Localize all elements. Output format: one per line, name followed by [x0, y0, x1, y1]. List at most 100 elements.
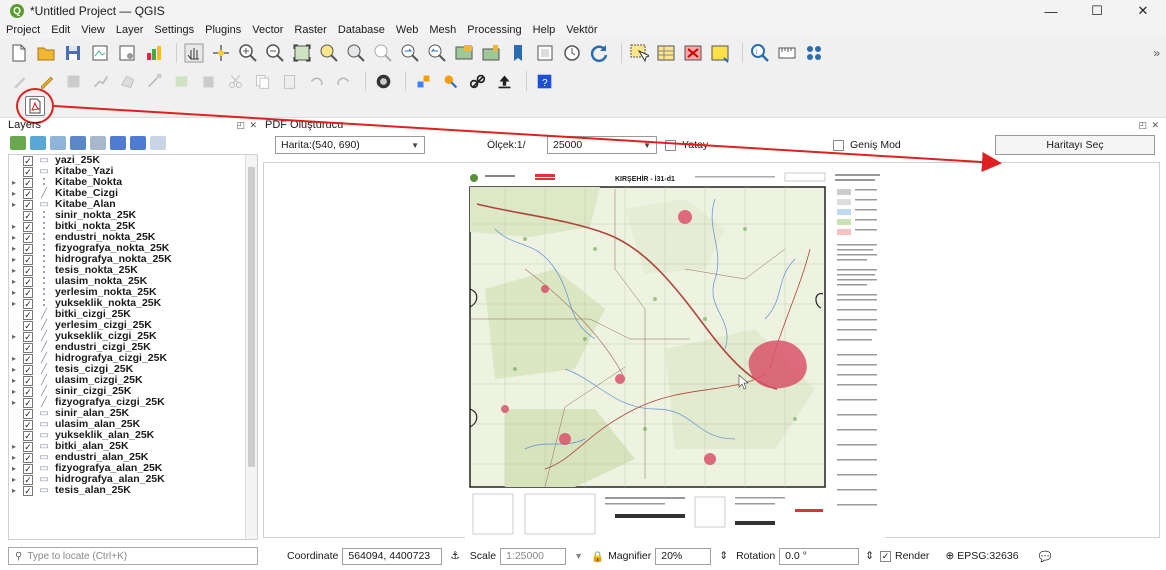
redo-icon[interactable]: [332, 70, 354, 92]
crs-globe-icon[interactable]: ⊕: [945, 550, 954, 562]
menu-layer[interactable]: Layer: [116, 24, 144, 36]
locator-search-input[interactable]: ⚲ Type to locate (Ctrl+K): [8, 547, 258, 565]
layer-row[interactable]: ▸ ✓ ▭ hidrografya_alan_25K: [9, 474, 257, 486]
remove-layer-icon[interactable]: [150, 136, 166, 150]
menu-processing[interactable]: Processing: [467, 24, 521, 36]
expand-arrow-icon[interactable]: ▸: [9, 353, 19, 364]
layer-visibility-checkbox[interactable]: ✓: [23, 166, 33, 177]
expand-arrow-icon[interactable]: ▸: [9, 463, 19, 474]
menu-plugins[interactable]: Plugins: [205, 24, 241, 36]
layer-visibility-checkbox[interactable]: ✓: [23, 386, 33, 397]
layer-row[interactable]: ▸ ✓ ╱ ulasim_cizgi_25K: [9, 375, 257, 387]
new-bookmark-icon[interactable]: [480, 42, 502, 64]
layer-visibility-checkbox[interactable]: ✓: [23, 287, 33, 298]
menu-project[interactable]: Project: [6, 24, 40, 36]
minimize-button[interactable]: —: [1028, 0, 1074, 22]
zoom-full-icon[interactable]: [291, 42, 313, 64]
show-bookmarks-icon[interactable]: [507, 42, 529, 64]
expand-arrow-icon[interactable]: ▸: [9, 287, 19, 298]
crs-label[interactable]: EPSG:32636: [957, 550, 1018, 562]
close-button[interactable]: ✕: [1120, 0, 1166, 22]
paste-features-icon[interactable]: [278, 70, 300, 92]
zoom-to-layer-icon[interactable]: [345, 42, 367, 64]
menu-vektor[interactable]: Vektör: [566, 24, 597, 36]
digitize-polygon-icon[interactable]: [116, 70, 138, 92]
layer-visibility-checkbox[interactable]: ✓: [23, 309, 33, 320]
toggle-extents-icon[interactable]: ⚓: [450, 550, 459, 562]
help-icon[interactable]: ?: [533, 70, 555, 92]
layer-visibility-checkbox[interactable]: ✓: [23, 155, 33, 166]
zoom-next-icon[interactable]: [426, 42, 448, 64]
menu-edit[interactable]: Edit: [51, 24, 70, 36]
layer-visibility-checkbox[interactable]: ✓: [23, 463, 33, 474]
cut-features-icon[interactable]: [224, 70, 246, 92]
menu-help[interactable]: Help: [533, 24, 556, 36]
menu-vector[interactable]: Vector: [252, 24, 283, 36]
wide-mode-checkbox[interactable]: [833, 140, 844, 151]
layer-styling-icon[interactable]: [10, 136, 26, 150]
layer-visibility-checkbox[interactable]: ✓: [23, 364, 33, 375]
scale-chevron-icon[interactable]: ▼: [574, 551, 583, 561]
layer-visibility-checkbox[interactable]: ✓: [23, 419, 33, 430]
expand-arrow-icon[interactable]: ▸: [9, 375, 19, 386]
layer-visibility-checkbox[interactable]: ✓: [23, 331, 33, 342]
layer-visibility-checkbox[interactable]: ✓: [23, 485, 33, 496]
layer-row[interactable]: ✓ ▭ yazi_25K: [9, 155, 257, 166]
scale-select[interactable]: 25000 ▼: [547, 136, 657, 154]
pdf-dock-controls-icon[interactable]: ◰ ✕: [1138, 120, 1160, 131]
pan-map-icon[interactable]: [183, 42, 205, 64]
plugin-a-icon[interactable]: [412, 70, 434, 92]
expand-arrow-icon[interactable]: ▸: [9, 177, 19, 188]
select-map-button[interactable]: Haritayı Seç: [995, 135, 1155, 155]
dock-controls-icon[interactable]: ◰ ✕: [236, 120, 258, 131]
layer-row[interactable]: ✓ ▭ Kitabe_Yazi: [9, 166, 257, 177]
python-console-icon[interactable]: [372, 70, 394, 92]
layer-visibility-checkbox[interactable]: ✓: [23, 298, 33, 309]
menu-web[interactable]: Web: [396, 24, 418, 36]
zoom-in-icon[interactable]: [237, 42, 259, 64]
expand-arrow-icon[interactable]: ▸: [9, 386, 19, 397]
temporal-controller-icon[interactable]: [534, 42, 556, 64]
expand-arrow-icon[interactable]: ▸: [9, 298, 19, 309]
layer-visibility-checkbox[interactable]: ✓: [23, 199, 33, 210]
digitize-line-icon[interactable]: [89, 70, 111, 92]
expand-arrow-icon[interactable]: ▸: [9, 364, 19, 375]
plugin-c-icon[interactable]: [466, 70, 488, 92]
new-map-view-icon[interactable]: [453, 42, 475, 64]
expand-arrow-icon[interactable]: ▸: [9, 397, 19, 408]
map-tips-icon[interactable]: [803, 42, 825, 64]
layer-visibility-checkbox[interactable]: ✓: [23, 243, 33, 254]
delete-selected-icon[interactable]: [197, 70, 219, 92]
layer-visibility-checkbox[interactable]: ✓: [23, 408, 33, 419]
refresh-icon[interactable]: [588, 42, 610, 64]
layer-row[interactable]: ▸ ✓ ⁚ Kitabe_Nokta: [9, 177, 257, 189]
open-project-icon[interactable]: [35, 42, 57, 64]
expand-arrow-icon[interactable]: ▸: [9, 188, 19, 199]
expand-arrow-icon[interactable]: ▸: [9, 485, 19, 496]
coordinate-field[interactable]: 564094, 4400723: [342, 547, 443, 565]
zoom-native-icon[interactable]: [372, 42, 394, 64]
upload-icon[interactable]: [493, 70, 515, 92]
layer-row[interactable]: ✓ ▭ yukseklik_alan_25K: [9, 430, 257, 441]
deselect-icon[interactable]: [682, 42, 704, 64]
menu-raster[interactable]: Raster: [294, 24, 326, 36]
rotation-stepper-icon[interactable]: ⇕: [865, 550, 874, 562]
layer-row[interactable]: ▸ ✓ ╱ Kitabe_Cizgi: [9, 188, 257, 200]
magnifier-stepper-icon[interactable]: ⇕: [719, 550, 728, 562]
copy-features-icon[interactable]: [251, 70, 273, 92]
new-print-layout-icon[interactable]: [89, 42, 111, 64]
expand-arrow-icon[interactable]: ▸: [9, 265, 19, 276]
filter-legend-icon[interactable]: [70, 136, 86, 150]
landscape-checkbox[interactable]: [665, 140, 676, 151]
vertex-tool-icon[interactable]: [143, 70, 165, 92]
expand-arrow-icon[interactable]: ▸: [9, 452, 19, 463]
layer-visibility-checkbox[interactable]: ✓: [23, 397, 33, 408]
layer-visibility-checkbox[interactable]: ✓: [23, 210, 33, 221]
expand-all-icon[interactable]: [110, 136, 126, 150]
expand-arrow-icon[interactable]: ▸: [9, 254, 19, 265]
maximize-button[interactable]: ☐: [1074, 0, 1120, 22]
layer-visibility-checkbox[interactable]: ✓: [23, 265, 33, 276]
expand-arrow-icon[interactable]: ▸: [9, 199, 19, 210]
rotation-field[interactable]: 0.0 °: [779, 547, 860, 565]
layer-row[interactable]: ▸ ✓ ⁚ yukseklik_nokta_25K: [9, 298, 257, 310]
